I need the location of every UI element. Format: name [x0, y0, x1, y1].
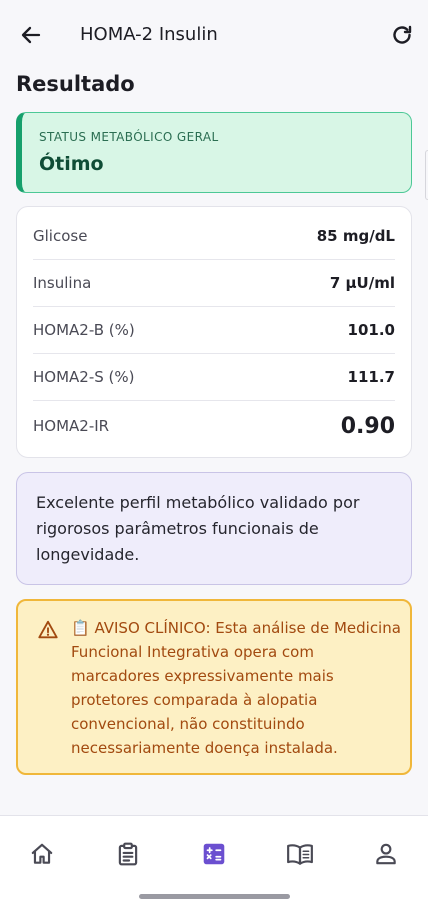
arrow-left-icon — [21, 26, 41, 44]
interpretation-card: Excelente perfil metabólico validado por… — [16, 472, 412, 585]
clipboard-icon — [118, 842, 138, 866]
metric-row-glicose: Glicose 85 mg/dL — [33, 213, 395, 260]
warning-icon — [38, 620, 58, 639]
interpretation-text: Excelente perfil metabólico validado por… — [36, 493, 360, 564]
status-label: STATUS METABÓLICO GERAL — [39, 130, 219, 144]
metric-label: Glicose — [33, 227, 88, 245]
calculator-icon — [203, 843, 225, 865]
metric-value: 101.0 — [347, 321, 395, 339]
metric-value: 111.7 — [347, 368, 395, 386]
metrics-card: Glicose 85 mg/dL Insulina 7 µU/ml HOMA2-… — [16, 206, 412, 458]
clinical-warning-card: 📋 AVISO CLÍNICO: Esta análise de Medicin… — [16, 599, 412, 775]
metric-label: HOMA2-B (%) — [33, 321, 135, 339]
book-icon — [287, 844, 313, 865]
refresh-icon — [393, 25, 412, 44]
nav-clipboard[interactable] — [114, 840, 142, 868]
metric-row-homa2-ir: HOMA2-IR 0.90 — [33, 401, 395, 451]
metric-value-highlight: 0.90 — [340, 413, 395, 439]
status-card: STATUS METABÓLICO GERAL Ótimo — [16, 112, 412, 193]
nav-home[interactable] — [28, 840, 56, 868]
metric-row-homa2-s: HOMA2-S (%) 111.7 — [33, 354, 395, 401]
home-indicator[interactable] — [139, 894, 290, 899]
metric-value: 7 µU/ml — [329, 274, 395, 292]
back-button[interactable] — [19, 23, 43, 47]
nav-book[interactable] — [286, 840, 314, 868]
home-icon — [31, 843, 53, 864]
app-bar: HOMA-2 Insulin — [0, 0, 428, 70]
metric-label: Insulina — [33, 274, 92, 292]
person-icon — [376, 843, 396, 865]
nav-profile[interactable] — [372, 840, 400, 868]
clinical-warning-text: 📋 AVISO CLÍNICO: Esta análise de Medicin… — [71, 619, 401, 757]
nav-calculator[interactable] — [200, 840, 228, 868]
refresh-button[interactable] — [390, 23, 414, 47]
page-title: HOMA-2 Insulin — [80, 24, 218, 45]
metric-value: 85 mg/dL — [316, 227, 395, 245]
metric-label: HOMA2-S (%) — [33, 368, 135, 386]
status-value: Ótimo — [39, 153, 104, 175]
metric-row-homa2-b: HOMA2-B (%) 101.0 — [33, 307, 395, 354]
metric-label: HOMA2-IR — [33, 417, 110, 435]
section-title: Resultado — [16, 72, 135, 96]
metric-row-insulina: Insulina 7 µU/ml — [33, 260, 395, 307]
